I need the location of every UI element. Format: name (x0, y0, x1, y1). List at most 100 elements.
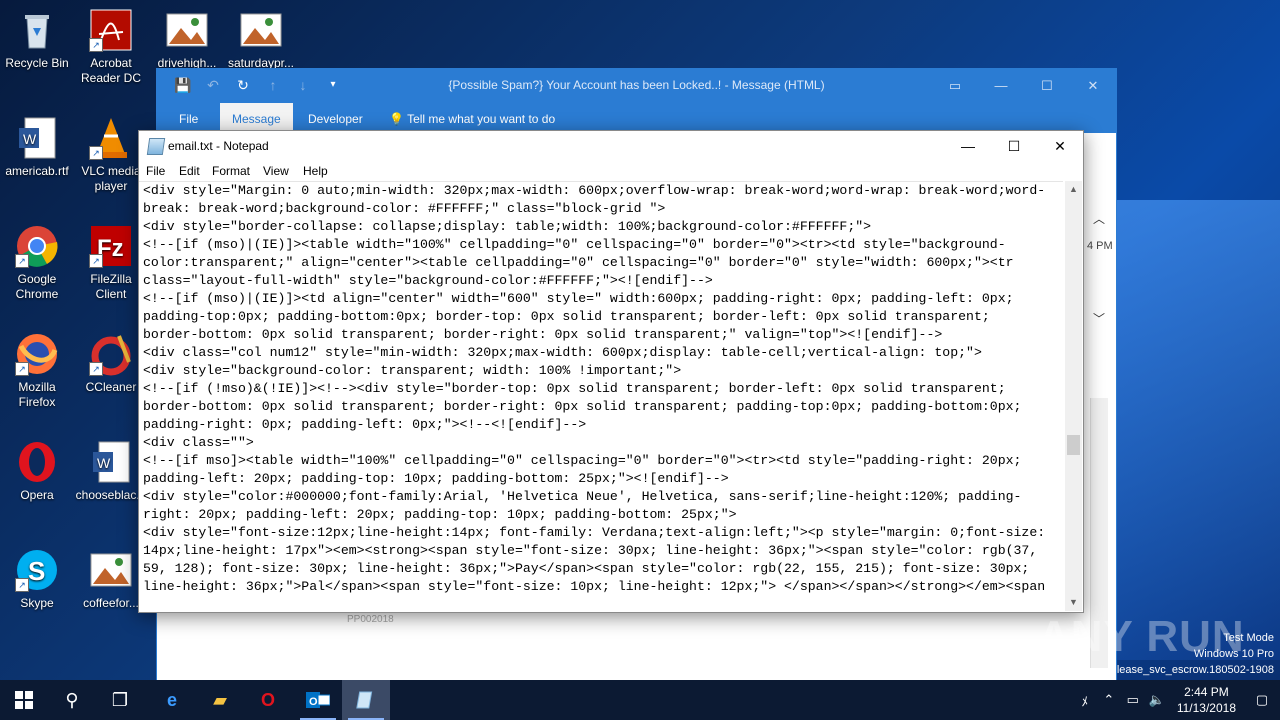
maximize-button[interactable]: ☐ (991, 131, 1037, 161)
ribbon-display-icon[interactable]: ▭ (932, 69, 978, 103)
close-button[interactable]: ✕ (1070, 69, 1116, 103)
desktop-icon-saturdaypr[interactable]: saturdaypr... (224, 8, 298, 68)
scroll-up-arrow-icon[interactable]: ▲ (1065, 181, 1082, 198)
desktop-icon-label: chooseblac... (75, 488, 147, 502)
outlook-ribbon-tabs: File Message Developer 💡 Tell me what yo… (157, 103, 1116, 133)
edge-icon: e (166, 689, 177, 710)
outlook-titlebar[interactable]: 💾 ↶ ↻ ↑ ↓ ▾ {Possible Spam?} Your Accoun… (157, 69, 1116, 103)
notepad-text-line: <div class="col num12" style="min-width:… (143, 345, 982, 360)
start-button[interactable] (0, 680, 48, 720)
desktop-icon-chooseblac[interactable]: W chooseblac... (74, 440, 148, 508)
shortcut-arrow-icon: ↗ (15, 362, 29, 376)
desktop-icon-label: americab.rtf (5, 164, 69, 178)
desktop-icon-label: drivehigh... (157, 56, 217, 68)
notepad-text-line: <div style="color:#000000;font-family:Ar… (143, 489, 1022, 504)
desktop-icon-label: CCleaner (85, 380, 137, 394)
scroll-thumb[interactable] (1067, 435, 1080, 455)
tab-file[interactable]: File (167, 103, 210, 133)
notepad-app-icon (146, 138, 166, 155)
desktop-icon-label: coffeefor... (83, 596, 139, 610)
network-icon[interactable]: ▭ (1121, 692, 1145, 708)
notepad-titlebar[interactable]: email.txt - Notepad — ☐ ✕ (139, 131, 1083, 161)
folder-icon: ▰ (213, 689, 227, 710)
clock[interactable]: 2:44 PM 11/13/2018 (1169, 684, 1244, 716)
word-document-icon: W (15, 116, 59, 160)
search-button[interactable]: ⚲ (48, 680, 96, 720)
desktop-icon-chrome[interactable]: ↗ Google Chrome (0, 224, 74, 302)
firefox-icon: ↗ (15, 332, 59, 376)
notepad-icon (356, 691, 373, 709)
tab-developer[interactable]: Developer (296, 103, 375, 133)
desktop-icon-label: Skype (20, 596, 54, 610)
notepad-text-line: <div style="Margin: 0 auto;min-width: 32… (143, 183, 1046, 198)
desktop-icon-label: Google Chrome (15, 272, 59, 301)
menu-help[interactable]: Help (303, 164, 328, 178)
test-mode-line: Test Mode (1223, 632, 1274, 644)
menu-edit[interactable]: Edit (179, 164, 200, 178)
desktop-icon-label: Opera (20, 488, 54, 502)
system-tray: ﾒ ⌃ ▭ 🔈 2:44 PM 11/13/2018 ▢ (1073, 680, 1280, 720)
notepad-vertical-scrollbar[interactable]: ▲ ▼ (1065, 181, 1082, 611)
notepad-text-area[interactable]: <div style="Margin: 0 auto;min-width: 32… (139, 181, 1063, 612)
desktop-icon-filezilla[interactable]: Fz ↗ FileZilla Client (74, 224, 148, 302)
desktop-icon-label: saturdaypr... (227, 56, 295, 68)
ccleaner-icon: ↗ (89, 332, 133, 376)
menu-format[interactable]: Format (212, 164, 250, 178)
desktop-icon-opera[interactable]: Opera (0, 440, 74, 503)
tell-me-search[interactable]: 💡 Tell me what you want to do (377, 103, 567, 133)
notepad-text-line: color:transparent;" align="center"><tabl… (143, 255, 1014, 270)
volume-icon[interactable]: 🔈 (1145, 692, 1169, 708)
desktop-icon-coffeefor[interactable]: coffeefor... (74, 548, 148, 616)
search-icon: ⚲ (65, 689, 79, 710)
notepad-text-line: class="layout-full-width" style="backgro… (143, 273, 713, 288)
image-file-icon (239, 8, 283, 52)
close-button[interactable]: ✕ (1037, 131, 1083, 161)
acrobat-icon: ↗ (89, 8, 133, 52)
minimize-button[interactable]: — (978, 69, 1024, 103)
taskbar-file-explorer[interactable]: ▰ (196, 680, 244, 720)
desktop-icon-label: Recycle Bin (5, 56, 69, 70)
shortcut-arrow-icon: ↗ (89, 362, 103, 376)
task-view-icon: ❐ (111, 689, 129, 710)
svg-text:S: S (28, 556, 45, 586)
build-line: lease_svc_escrow.180502-1908 (1116, 664, 1274, 676)
menu-file[interactable]: File (146, 164, 165, 178)
desktop-icon-firefox[interactable]: ↗ Mozilla Firefox (0, 332, 74, 410)
chevron-up-icon[interactable]: ︿ (1093, 210, 1105, 227)
menu-view[interactable]: View (263, 164, 289, 178)
notepad-text-line: padding-top:0px; padding-bottom:0px; bor… (143, 309, 990, 324)
tray-chevron-up-icon[interactable]: ⌃ (1097, 692, 1121, 708)
chevron-down-icon[interactable]: ﹀ (1093, 310, 1105, 327)
shortcut-arrow-icon: ↗ (15, 254, 29, 268)
message-received-time: 4 PM (1087, 240, 1113, 252)
notepad-text-line: padding-left: 20px; padding-top: 10px; p… (143, 471, 729, 486)
desktop-icon-americab[interactable]: W americab.rtf (0, 116, 74, 179)
maximize-button[interactable]: ☐ (1024, 69, 1070, 103)
notepad-text-line: 14px;line-height: 17px"><em><strong><spa… (143, 543, 1038, 558)
desktop-icon-acrobat[interactable]: ↗ Acrobat Reader DC (74, 8, 148, 86)
notepad-text-line: right: 20px; padding-left: 20px; padding… (143, 507, 737, 522)
desktop-icon-label: FileZilla Client (90, 272, 132, 301)
desktop-icon-recycle-bin[interactable]: Recycle Bin (0, 8, 74, 71)
notepad-window-title: email.txt - Notepad (168, 139, 269, 153)
windows-edition-line: Windows 10 Pro (1193, 648, 1274, 660)
tab-message[interactable]: Message (220, 103, 293, 133)
taskbar-edge[interactable]: e (148, 680, 196, 720)
notepad-text-line: <div style="font-size:12px;line-height:1… (143, 525, 1046, 540)
task-view-button[interactable]: ❐ (96, 680, 144, 720)
chrome-icon: ↗ (15, 224, 59, 268)
taskbar-outlook[interactable]: O (294, 680, 342, 720)
notepad-text-line: <div class=""> (143, 435, 254, 450)
desktop-icon-vlc[interactable]: ↗ VLC media player (74, 116, 148, 194)
desktop-icon-skype[interactable]: S ↗ Skype (0, 548, 74, 611)
minimize-button[interactable]: — (945, 131, 991, 161)
taskbar-notepad[interactable] (342, 680, 390, 720)
taskbar-opera[interactable]: O (244, 680, 292, 720)
people-icon[interactable]: ﾒ (1073, 691, 1097, 710)
desktop-icon-ccleaner[interactable]: ↗ CCleaner (74, 332, 148, 395)
action-center-icon[interactable]: ▢ (1244, 692, 1280, 708)
scroll-down-arrow-icon[interactable]: ▼ (1065, 594, 1082, 611)
desktop-icon-label: Acrobat Reader DC (80, 56, 142, 85)
notepad-menubar: File Edit Format View Help (139, 162, 1083, 182)
desktop-icon-drivehigh[interactable]: drivehigh... (150, 8, 224, 68)
